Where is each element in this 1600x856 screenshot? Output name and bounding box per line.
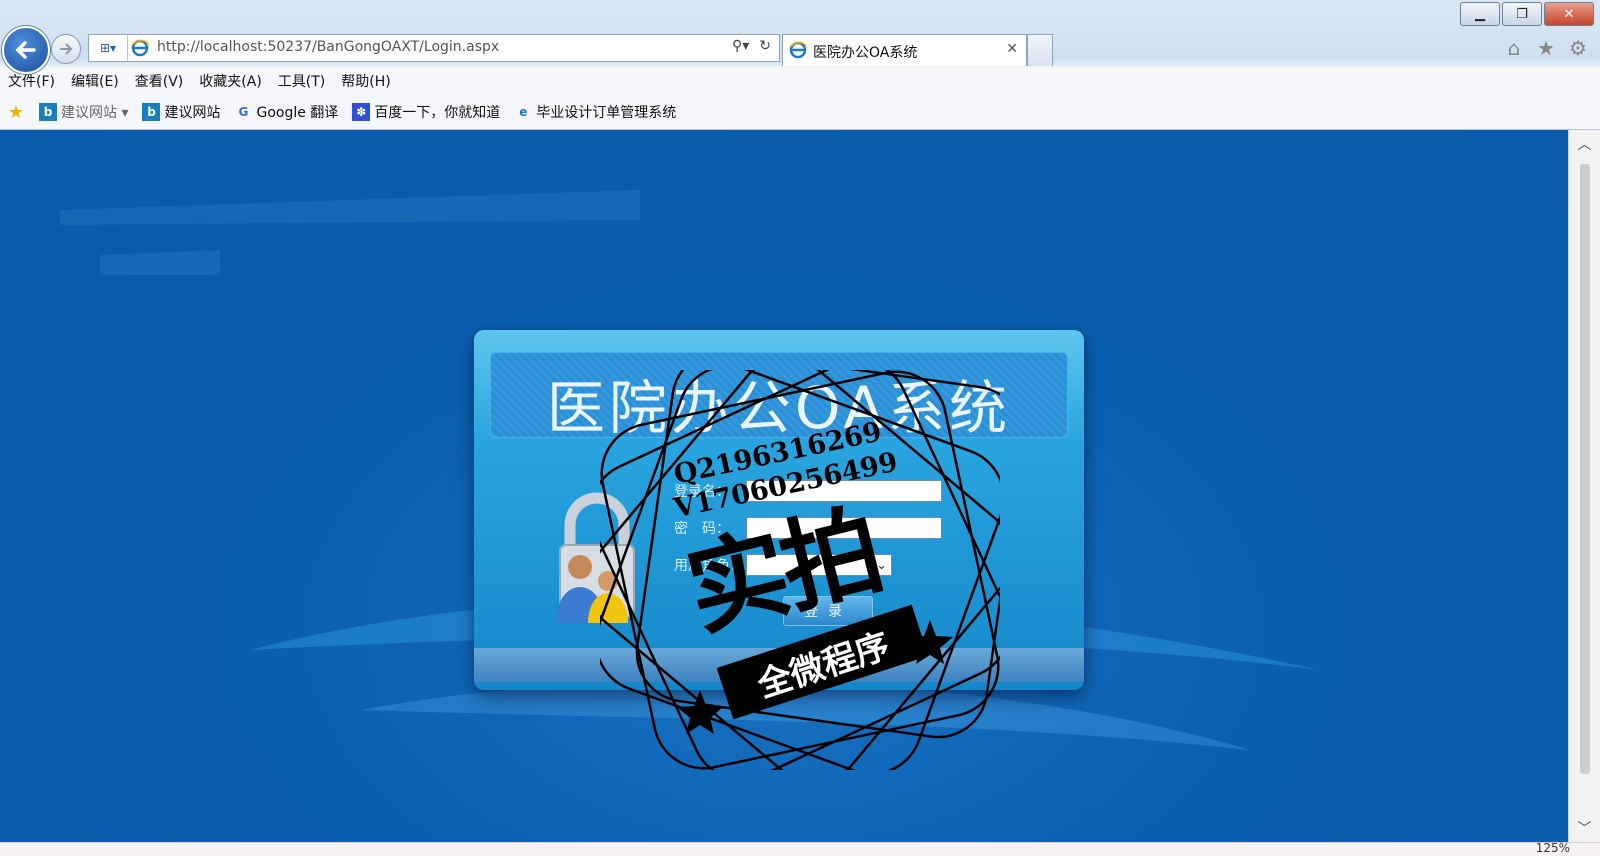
tab-title: 医院办公OA系统	[813, 45, 918, 61]
new-tab-button[interactable]	[1027, 34, 1053, 66]
ie-logo-icon	[789, 41, 807, 59]
page-content: 医院办公OA系统 登录名： 密 码： 用户角色： ⌄ 登录 Q219631626…	[0, 130, 1568, 842]
favorites-star-icon: ★	[7, 101, 25, 123]
menu-favorites[interactable]: 收藏夹(A)	[191, 68, 270, 94]
address-url[interactable]: http://localhost:50237/BanGongOAXT/Login…	[157, 39, 499, 55]
search-icon[interactable]: ⚲▾	[732, 38, 749, 54]
favorite-label: Google 翻译	[256, 105, 339, 121]
ie-logo-icon	[131, 39, 149, 57]
arrow-right-icon	[60, 43, 73, 55]
role-select[interactable]: ⌄	[746, 554, 892, 576]
close-tab-icon[interactable]: ✕	[1006, 41, 1018, 57]
favorite-label: 百度一下，你就知道	[374, 105, 501, 121]
compatibility-view-button[interactable]: ⊞▾	[89, 35, 128, 61]
restore-button[interactable]: ❐	[1502, 2, 1542, 26]
favorite-label: 建议网站	[164, 105, 221, 121]
menu-view[interactable]: 查看(V)	[127, 68, 192, 94]
favorite-suggested-sites[interactable]: b 建议网站	[135, 102, 227, 122]
home-icon[interactable]: ⌂	[1502, 36, 1526, 60]
favorite-google-translate[interactable]: G Google 翻译	[227, 102, 345, 122]
title-bar: ▁ ❐ ✕	[0, 0, 1600, 28]
bing-icon: b	[39, 103, 57, 121]
window-controls: ▁ ❐ ✕	[1460, 2, 1594, 26]
login-button[interactable]: 登录	[783, 596, 873, 626]
username-label: 登录名：	[674, 484, 730, 500]
favorites-star[interactable]: ★	[0, 101, 32, 123]
address-tools: ⚲▾ ↻	[732, 38, 771, 54]
login-title-box: 医院办公OA系统	[490, 352, 1068, 442]
menu-tools[interactable]: 工具(T)	[270, 68, 333, 94]
password-input[interactable]	[746, 517, 942, 539]
password-label: 密 码：	[674, 521, 730, 537]
tab-active[interactable]: 医院办公OA系统 ✕	[782, 34, 1027, 66]
favorite-order-system[interactable]: e 毕业设计订单管理系统	[507, 102, 683, 122]
status-bar: 125%	[0, 841, 1600, 856]
role-row: 用户角色： ⌄	[674, 554, 892, 576]
google-translate-icon: G	[238, 105, 249, 119]
chevron-down-icon: ⌄	[876, 557, 887, 573]
browser-chrome: ▁ ❐ ✕ ⊞▾ http://localhost:50237/BanGongO…	[0, 0, 1600, 130]
favorite-label: 毕业设计订单管理系统	[536, 105, 677, 121]
lock-users-icon	[556, 492, 635, 623]
refresh-icon[interactable]: ↻	[759, 38, 771, 54]
address-bar[interactable]: ⊞▾ http://localhost:50237/BanGongOAXT/Lo…	[88, 34, 780, 62]
gear-icon[interactable]: ⚙	[1566, 36, 1590, 60]
bing-icon: b	[142, 103, 161, 121]
scroll-thumb[interactable]	[1580, 164, 1590, 774]
shield-plus-icon: ⊞▾	[99, 41, 117, 55]
favorite-baidu[interactable]: ✽ 百度一下，你就知道	[345, 102, 507, 122]
login-button-label: 登录	[804, 604, 852, 620]
star-icon[interactable]: ★	[1534, 36, 1558, 60]
role-label: 用户角色：	[674, 558, 744, 574]
login-panel: 医院办公OA系统 登录名： 密 码： 用户角色： ⌄ 登录	[474, 330, 1084, 690]
browser-tools: ⌂ ★ ⚙	[1502, 36, 1590, 60]
baidu-paw-icon: ✽	[352, 103, 371, 121]
favorites-bar: ★ b 建议网站 ▾ b 建议网站 G Google 翻译 ✽ 百度一下，你就知…	[0, 98, 683, 126]
back-button[interactable]	[2, 26, 50, 74]
favorite-suggested-sites-menu[interactable]: b 建议网站 ▾	[32, 102, 135, 122]
arrow-left-icon	[15, 41, 36, 59]
ie-page-icon: e	[519, 105, 528, 119]
minimize-button[interactable]: ▁	[1460, 2, 1500, 26]
password-row: 密 码：	[674, 517, 942, 539]
menu-help[interactable]: 帮助(H)	[333, 68, 398, 94]
zoom-level[interactable]: 125%	[1536, 841, 1570, 855]
menu-file[interactable]: 文件(F)	[0, 68, 63, 94]
username-row: 登录名：	[674, 480, 942, 502]
vertical-scrollbar[interactable]: ︿ ﹀	[1568, 130, 1600, 842]
menu-bar: 文件(F) 编辑(E) 查看(V) 收藏夹(A) 工具(T) 帮助(H)	[0, 68, 399, 94]
menu-edit[interactable]: 编辑(E)	[63, 68, 127, 94]
close-window-button[interactable]: ✕	[1544, 2, 1594, 26]
username-input[interactable]	[746, 480, 942, 502]
forward-button[interactable]	[51, 34, 81, 64]
scroll-down-icon[interactable]: ﹀	[1569, 814, 1600, 842]
scroll-up-icon[interactable]: ︿	[1569, 130, 1600, 158]
login-panel-footer	[474, 648, 1084, 682]
favorite-label: 建议网站 ▾	[61, 105, 129, 121]
login-title: 医院办公OA系统	[546, 374, 1012, 442]
